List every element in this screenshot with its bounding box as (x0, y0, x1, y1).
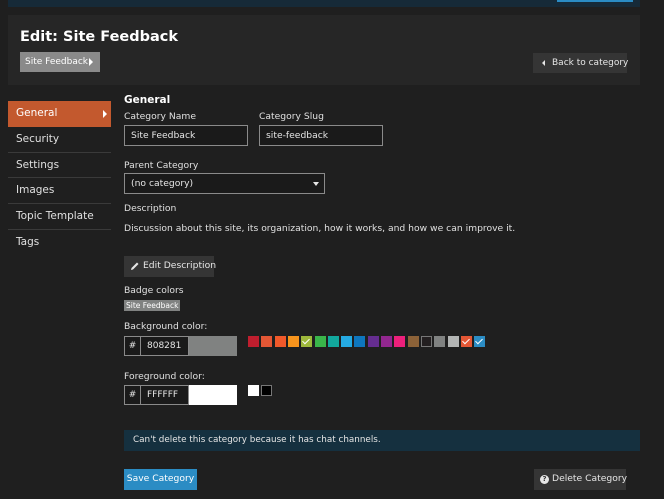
check-icon (461, 336, 470, 345)
color-swatch[interactable] (248, 336, 259, 347)
color-swatch[interactable] (301, 336, 313, 347)
badge-colors-label: Badge colors (124, 285, 184, 296)
section-title: General (124, 94, 171, 106)
description-text: Discussion about this site, its organiza… (124, 223, 516, 234)
parent-category-select[interactable]: (no category) (124, 173, 325, 194)
breadcrumb-category[interactable]: Site Feedback (20, 52, 100, 72)
color-swatch[interactable] (314, 336, 326, 347)
parent-category-value: (no category) (131, 178, 194, 189)
background-hash: # (124, 336, 141, 356)
color-swatch[interactable] (447, 336, 459, 347)
description-label: Description (124, 203, 177, 214)
category-slug-input[interactable]: site-feedback (259, 125, 383, 146)
delete-warning-alert: Can't delete this category because it ha… (124, 430, 640, 451)
sidebar-item-label: Tags (16, 235, 40, 248)
color-swatch[interactable] (341, 336, 353, 347)
category-name-input[interactable]: Site Feedback (124, 125, 248, 146)
color-swatch[interactable] (381, 336, 392, 347)
caret-right-icon (103, 110, 107, 118)
color-swatch[interactable] (407, 336, 419, 347)
question-circle-icon: ? (540, 475, 549, 484)
back-to-category-button[interactable]: Back to category (533, 53, 629, 73)
color-swatch[interactable] (261, 336, 273, 347)
check-icon (475, 336, 483, 345)
sidebar-item-topic-template[interactable]: Topic Template (8, 204, 111, 230)
save-category-button[interactable]: Save Category (124, 469, 197, 490)
edit-description-label: Edit Description (143, 260, 217, 271)
foreground-color-label: Foreground color: (124, 371, 205, 382)
category-name-label: Category Name (124, 111, 196, 122)
color-swatch[interactable] (274, 336, 286, 347)
color-swatch[interactable] (248, 385, 259, 396)
color-swatch[interactable] (261, 385, 273, 396)
caret-right-icon (89, 58, 93, 66)
sidebar-item-images[interactable]: Images (8, 178, 111, 205)
category-slug-label: Category Slug (259, 111, 324, 122)
delete-category-label: Delete Category (552, 473, 628, 484)
delete-category-button[interactable]: ? Delete Category (534, 469, 628, 490)
back-to-category-label: Back to category (552, 58, 629, 68)
sidebar-item-tags[interactable]: Tags (8, 230, 111, 256)
sidebar-item-label: General (16, 107, 58, 119)
foreground-color-preview (189, 385, 237, 405)
page-header: Edit: Site Feedback Site Feedback Back t… (8, 15, 640, 85)
sidebar-item-general[interactable]: General (8, 101, 111, 127)
color-swatch[interactable] (287, 336, 299, 347)
top-bar-button[interactable] (557, 0, 633, 2)
sidebar-item-security[interactable]: Security (8, 127, 111, 153)
breadcrumb-label: Site Feedback (25, 57, 88, 67)
sidebar-item-label: Topic Template (16, 210, 94, 223)
foreground-hash: # (124, 385, 141, 405)
caret-down-icon (313, 182, 319, 186)
color-swatch[interactable] (474, 336, 486, 347)
badge-preview: Site Feedback (124, 300, 180, 311)
color-swatch[interactable] (420, 336, 432, 347)
sidebar-item-settings[interactable]: Settings (8, 153, 111, 179)
sidebar-nav: General Security Settings Images Topic T… (8, 101, 111, 256)
color-swatch[interactable] (394, 336, 406, 347)
background-color-preview (189, 336, 237, 356)
color-swatch[interactable] (354, 336, 366, 347)
chevron-left-icon (542, 60, 545, 66)
color-swatch[interactable] (460, 336, 472, 347)
background-color-input[interactable]: 808281 (141, 336, 189, 356)
edit-description-button[interactable]: Edit Description (124, 256, 217, 277)
sidebar-item-label: Settings (16, 158, 60, 171)
page-title: Edit: Site Feedback (20, 29, 179, 45)
color-swatch[interactable] (327, 336, 339, 347)
pencil-icon (131, 262, 139, 270)
sidebar-item-label: Images (16, 184, 55, 197)
foreground-color-input[interactable]: FFFFFF (141, 385, 189, 405)
parent-category-label: Parent Category (124, 160, 199, 171)
background-color-label: Background color: (124, 321, 208, 332)
color-swatch[interactable] (367, 336, 379, 347)
check-icon (302, 336, 311, 345)
color-swatch[interactable] (434, 336, 446, 347)
top-bar (8, 0, 640, 7)
sidebar-item-label: Security (16, 132, 60, 145)
